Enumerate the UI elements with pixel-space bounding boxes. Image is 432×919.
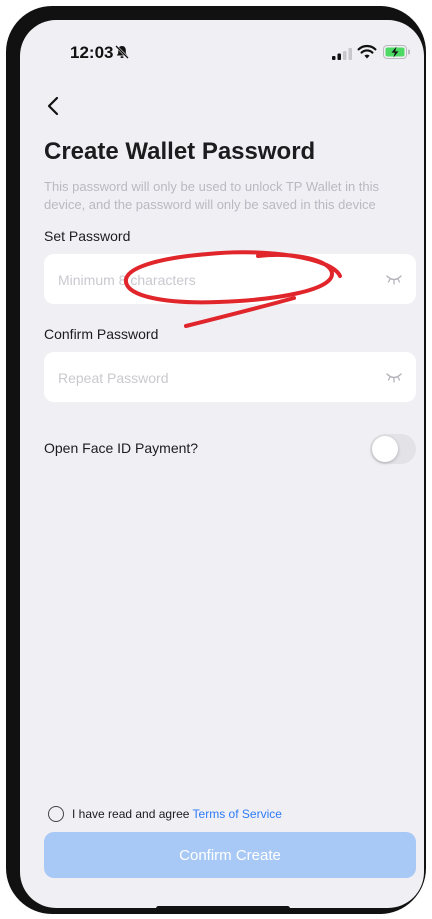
confirm-password-label: Confirm Password: [44, 326, 159, 342]
face-id-label: Open Face ID Payment?: [44, 440, 199, 456]
agree-radio[interactable]: [48, 806, 64, 822]
bell-slash-icon: [115, 45, 129, 59]
confirm-password-field[interactable]: [44, 352, 416, 404]
phone-frame: 12:03 Create Wallet Password This passwo…: [6, 6, 426, 914]
toggle-knob: [372, 436, 398, 462]
eye-closed-icon[interactable]: [386, 371, 402, 383]
page-title: Create Wallet Password: [44, 138, 316, 165]
back-button[interactable]: [42, 94, 66, 118]
eye-closed-icon[interactable]: [386, 273, 402, 285]
agreement-text: I have read and agree Terms of Service: [72, 807, 282, 821]
confirm-password-input[interactable]: [56, 352, 360, 404]
status-time: 12:03: [70, 43, 114, 62]
app-screen: 12:03 Create Wallet Password This passwo…: [20, 20, 424, 908]
wifi-icon: [357, 44, 377, 59]
terms-of-service-link[interactable]: Terms of Service: [193, 807, 282, 821]
face-id-toggle[interactable]: [370, 434, 416, 464]
battery-charging-icon: [383, 45, 410, 59]
page-subtitle: This password will only be used to unloc…: [44, 179, 380, 212]
set-password-input[interactable]: [56, 254, 360, 306]
signal-icon: [332, 48, 352, 60]
confirm-create-button[interactable]: Confirm Create: [44, 832, 416, 878]
agreement-label: I have read and agree: [72, 807, 193, 821]
set-password-label: Set Password: [44, 228, 131, 244]
set-password-field[interactable]: [44, 254, 416, 306]
home-indicator: [156, 906, 290, 908]
status-bar: 12:03: [20, 20, 424, 78]
